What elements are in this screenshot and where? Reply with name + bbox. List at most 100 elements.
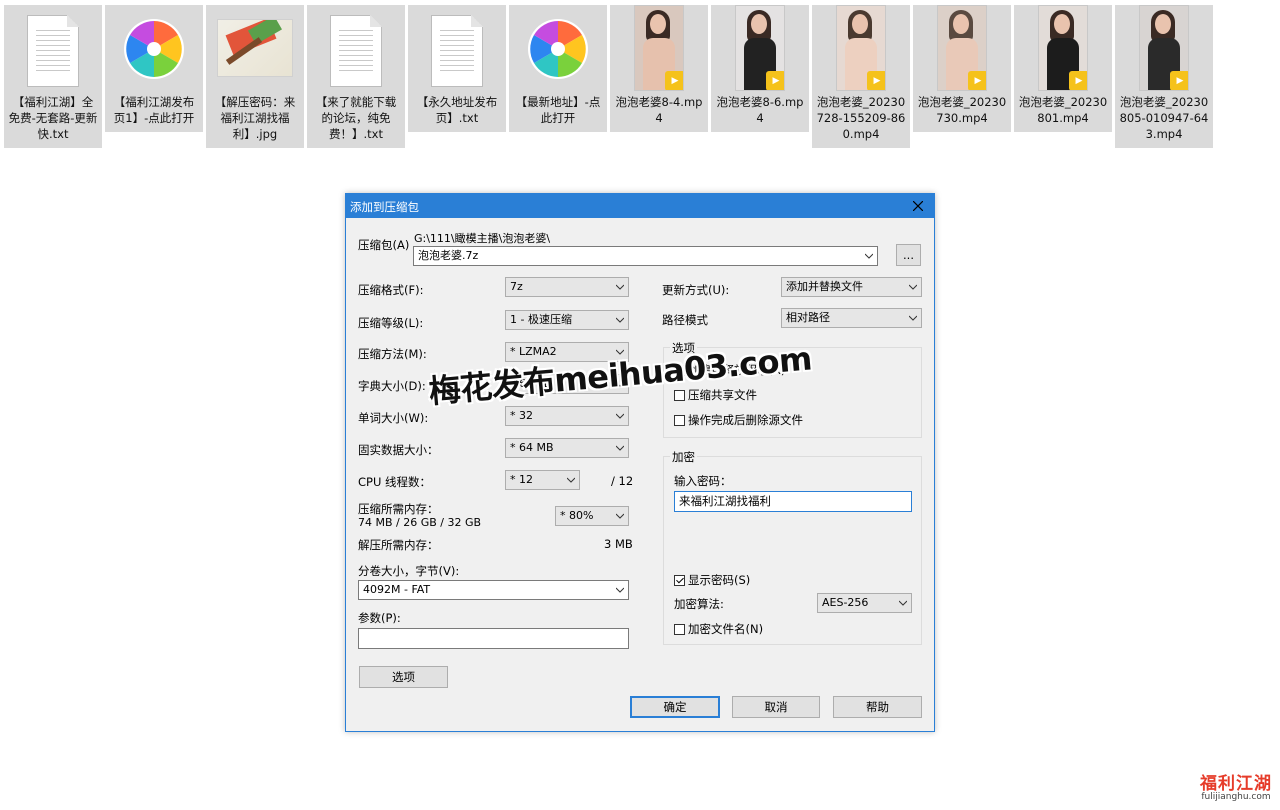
file-item[interactable]: ▶ 泡泡老婆_20230801.mp4 (1014, 5, 1112, 132)
file-item[interactable]: 【解压密码：来福利江湖找福利】.jpg (206, 5, 304, 148)
pathmode-select[interactable]: 相对路径 (781, 308, 922, 328)
word-select[interactable]: * 32 (505, 406, 629, 426)
update-label: 更新方式(U): (662, 283, 730, 297)
solid-value: * 64 MB (510, 441, 554, 454)
level-label: 压缩等级(L): (358, 316, 424, 330)
file-item[interactable]: ▶ 泡泡老婆_20230728-155209-860.mp4 (812, 5, 910, 148)
file-item[interactable]: ▶ 泡泡老婆8-4.mp4 (610, 5, 708, 132)
player-badge-icon: ▶ (665, 71, 683, 90)
split-value: 4092M - FAT (363, 583, 431, 596)
ok-button[interactable]: 确定 (630, 696, 720, 718)
split-combo[interactable]: 4092M - FAT (358, 580, 629, 600)
file-name: 【最新地址】-点此打开 (515, 95, 601, 125)
chevron-down-icon (909, 315, 917, 321)
file-name: 泡泡老婆_20230728-155209-860.mp4 (816, 95, 906, 141)
file-item[interactable]: 【来了就能下载的论坛，纯免费！】.txt (307, 5, 405, 148)
options-button[interactable]: 选项 (359, 666, 448, 688)
params-input[interactable] (358, 628, 629, 649)
file-name: 泡泡老婆_20230730.mp4 (917, 95, 1007, 125)
mem-value: * 80% (560, 509, 594, 522)
file-name: 【来了就能下载的论坛，纯免费！】.txt (315, 95, 397, 141)
close-icon[interactable] (908, 196, 928, 216)
file-name: 【福利江湖】全免费-无套路-更新快.txt (8, 95, 98, 141)
text-file-icon (14, 9, 92, 91)
player-badge-icon: ▶ (867, 71, 885, 90)
corner-logo-url: fulijianghu.com (1201, 792, 1271, 802)
solid-select[interactable]: * 64 MB (505, 438, 629, 458)
file-name: 【解压密码：来福利江湖找福利】.jpg (214, 95, 296, 141)
dialog-titlebar[interactable]: 添加到压缩包 (346, 194, 934, 218)
level-select[interactable]: 1 - 极速压缩 (505, 310, 629, 330)
encrypt-names-checkbox[interactable]: 加密文件名(N) (674, 621, 763, 637)
encryption-group-label: 加密 (670, 449, 697, 465)
video-file-icon: ▶ (620, 5, 698, 91)
format-label: 压缩格式(F): (358, 283, 424, 297)
file-name: 【福利江湖发布页1】-点此打开 (113, 95, 195, 125)
chevron-down-icon (616, 317, 624, 323)
file-item[interactable]: 【最新地址】-点此打开 (509, 5, 607, 132)
chevron-down-icon (567, 477, 575, 483)
video-file-icon: ▶ (923, 5, 1001, 91)
delete-after-label: 操作完成后删除源文件 (688, 413, 803, 427)
video-file-icon: ▶ (1024, 5, 1102, 91)
show-password-checkbox[interactable]: 显示密码(S) (674, 572, 750, 588)
solid-label: 固实数据大小： (358, 443, 439, 457)
encrypt-names-label: 加密文件名(N) (688, 622, 764, 636)
cancel-button[interactable]: 取消 (732, 696, 820, 718)
file-name: 泡泡老婆_20230801.mp4 (1018, 95, 1108, 125)
corner-logo-text: 福利江湖 (1200, 774, 1272, 794)
cpu-select[interactable]: * 12 (505, 470, 580, 490)
shared-files-label: 压缩共享文件 (688, 388, 757, 402)
algo-select[interactable]: AES-256 (817, 593, 912, 613)
word-value: * 32 (510, 409, 533, 422)
file-item[interactable]: 【福利江湖发布页1】-点此打开 (105, 5, 203, 132)
split-label: 分卷大小，字节(V): (358, 564, 460, 578)
player-badge-icon: ▶ (1170, 71, 1188, 90)
password-label: 输入密码： (674, 474, 732, 488)
file-name: 泡泡老婆8-6.mp4 (716, 95, 804, 125)
params-label: 参数(P): (358, 611, 401, 625)
text-file-icon (418, 9, 496, 91)
video-file-icon: ▶ (721, 5, 799, 91)
file-item[interactable]: ▶ 泡泡老婆_20230730.mp4 (913, 5, 1011, 132)
checkbox-box (674, 623, 685, 635)
player-badge-icon: ▶ (1069, 71, 1087, 90)
archive-name-value: 泡泡老婆.7z (418, 249, 479, 262)
update-value: 添加并替换文件 (786, 280, 863, 293)
dialog-title: 添加到压缩包 (350, 200, 419, 214)
help-button[interactable]: 帮助 (833, 696, 922, 718)
chevron-down-icon (616, 513, 624, 519)
archive-name-combo[interactable]: 泡泡老婆.7z (413, 246, 878, 266)
file-name: 泡泡老婆_20230805-010947-643.mp4 (1119, 95, 1209, 141)
add-to-archive-dialog: 添加到压缩包 压缩包(A) G:\111\瞰模主播\泡泡老婆\ 泡泡老婆.7z … (345, 193, 935, 732)
encryption-group: 加密 输入密码： 来福利江湖找福利 显示密码(S) 加密算法: AES-256 … (663, 449, 922, 645)
decomp-label: 解压所需内存： (358, 538, 439, 552)
file-item[interactable]: 【福利江湖】全免费-无套路-更新快.txt (4, 5, 102, 148)
browse-button[interactable]: ... (896, 244, 921, 266)
file-item[interactable]: ▶ 泡泡老婆_20230805-010947-643.mp4 (1115, 5, 1213, 148)
algo-label: 加密算法: (674, 597, 724, 611)
chevron-down-icon (616, 587, 624, 593)
player-badge-icon: ▶ (766, 71, 784, 90)
delete-after-checkbox[interactable]: 操作完成后删除源文件 (674, 412, 803, 428)
method-label: 压缩方法(M): (358, 347, 427, 361)
password-input[interactable]: 来福利江湖找福利 (674, 491, 912, 512)
archive-path: G:\111\瞰模主播\泡泡老婆\ (414, 232, 551, 245)
pathmode-value: 相对路径 (786, 311, 830, 324)
mem-detail: 74 MB / 26 GB / 32 GB (358, 516, 482, 529)
player-badge-icon: ▶ (968, 71, 986, 90)
format-select[interactable]: 7z (505, 277, 629, 297)
show-password-label: 显示密码(S) (688, 573, 751, 587)
update-select[interactable]: 添加并替换文件 (781, 277, 922, 297)
text-file-icon (317, 9, 395, 91)
archive-label: 压缩包(A) (358, 238, 410, 252)
cpu-total: / 12 (611, 474, 634, 488)
cpu-value: * 12 (510, 473, 533, 486)
format-value: 7z (510, 280, 523, 293)
mem-select[interactable]: * 80% (555, 506, 629, 526)
file-name: 泡泡老婆8-4.mp4 (615, 95, 703, 125)
chevron-down-icon (865, 253, 873, 259)
file-name: 【永久地址发布页】.txt (416, 95, 498, 125)
file-item[interactable]: 【永久地址发布页】.txt (408, 5, 506, 132)
file-item[interactable]: ▶ 泡泡老婆8-6.mp4 (711, 5, 809, 132)
